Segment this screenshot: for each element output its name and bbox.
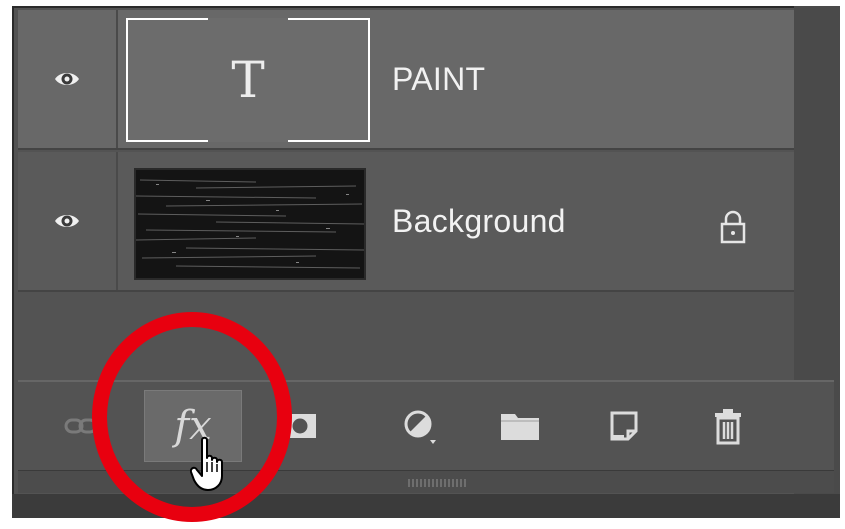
panel-bottom-edge [12,494,840,518]
adjustment-layer-button[interactable] [390,390,450,462]
panel-resize-bar[interactable] [18,470,834,493]
layers-toolbar: fx [18,380,834,470]
text-layer-icon: T [231,51,265,109]
layers-panel: T PAINT Background fx [12,6,840,518]
adjustment-layer-icon [404,410,436,444]
link-layers-icon [64,418,98,434]
visibility-toggle[interactable] [18,152,118,290]
layer-thumbnail-image[interactable] [134,168,366,280]
layer-row-paint[interactable]: T PAINT [18,10,794,150]
eye-icon [55,73,79,85]
layer-name[interactable]: Background [392,152,566,290]
link-layers-button[interactable] [46,390,116,462]
hand-cursor-icon [190,436,223,491]
eye-icon [55,215,79,227]
trash-icon [715,409,741,445]
resize-grip-icon[interactable] [408,479,468,487]
texture-image [136,170,364,278]
lock-icon[interactable] [718,210,748,244]
new-layer-icon [610,411,638,441]
new-group-button[interactable] [490,390,550,462]
layer-mask-icon [284,414,316,438]
layer-name[interactable]: PAINT [392,10,485,148]
new-layer-button[interactable] [594,390,654,462]
visibility-toggle[interactable] [18,10,118,148]
group-folder-icon [501,414,539,440]
layer-row-background[interactable]: Background [18,152,794,292]
layer-thumbnail-text[interactable]: T [126,18,370,142]
add-layer-mask-button[interactable] [270,390,330,462]
delete-layer-button[interactable] [698,390,758,462]
